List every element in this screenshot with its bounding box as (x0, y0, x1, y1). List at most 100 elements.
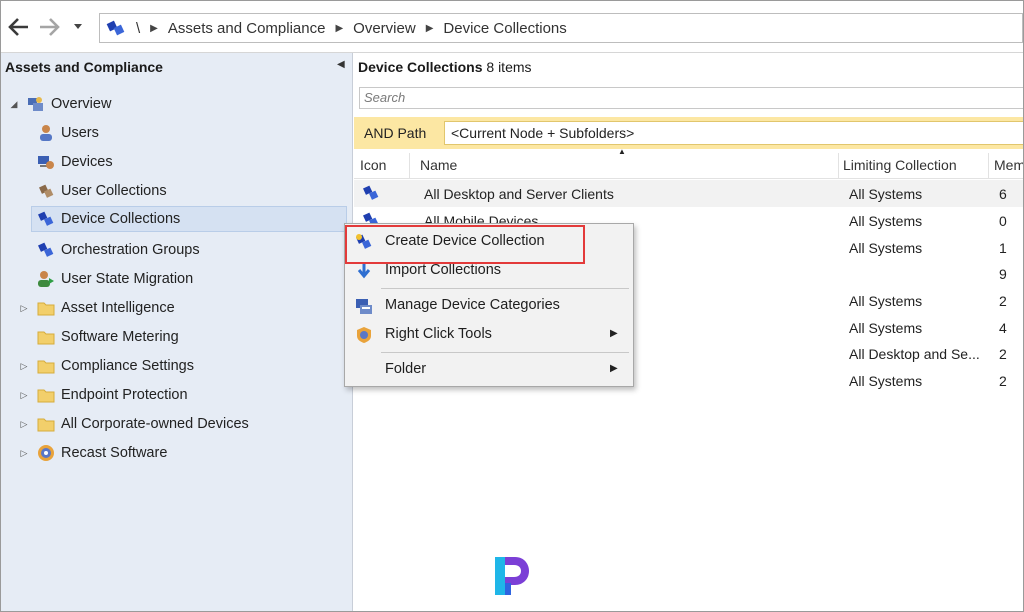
tree-item-endpoint-protection[interactable]: ▷ Endpoint Protection (17, 382, 188, 408)
navigation-pane-title: Assets and Compliance (5, 59, 163, 75)
folder-icon (37, 415, 55, 433)
row-members: 1 (999, 240, 1007, 256)
navigation-pane: Assets and Compliance ◀ ◢ Overview Users… (1, 53, 353, 611)
menu-item-label: Folder (385, 361, 427, 377)
row-limiting-collection: All Systems (849, 293, 923, 309)
tree-item-orchestration-groups[interactable]: Orchestration Groups (37, 237, 200, 263)
app-window: \ ▶ Assets and Compliance ▶ Overview ▶ D… (0, 0, 1024, 612)
menu-item-label: Right Click Tools (385, 326, 492, 342)
tree-item-label: Devices (61, 154, 113, 170)
column-header-name[interactable]: Name (420, 157, 457, 173)
column-header-members[interactable]: Mem (994, 157, 1023, 173)
filter-label: AND Path (364, 125, 427, 141)
row-limiting-collection: All Systems (849, 240, 923, 256)
column-header-icon[interactable]: Icon (360, 157, 386, 173)
tree-item-compliance-settings[interactable]: ▷ Compliance Settings (17, 353, 194, 379)
collapsed-triangle-icon[interactable]: ▷ (17, 419, 31, 430)
orchestration-groups-icon (37, 241, 55, 259)
column-divider[interactable] (838, 153, 839, 179)
breadcrumb-device-collections[interactable]: Device Collections (439, 20, 570, 37)
tree-item-label: Compliance Settings (61, 358, 194, 374)
tree-item-label: Endpoint Protection (61, 387, 188, 403)
tree-item-software-metering[interactable]: Software Metering (37, 324, 179, 350)
collapsed-triangle-icon[interactable]: ▷ (17, 390, 31, 401)
breadcrumb-assets[interactable]: Assets and Compliance (164, 20, 330, 37)
device-collections-icon (37, 210, 55, 228)
tree-item-label: All Corporate-owned Devices (61, 416, 249, 432)
row-members: 0 (999, 213, 1007, 229)
console-root-icon (106, 19, 126, 37)
devices-icon (37, 153, 55, 171)
column-header-row: Icon Name Limiting Collection Mem (354, 153, 1023, 179)
breadcrumb-overview[interactable]: Overview (349, 20, 420, 37)
collapse-pane-icon[interactable]: ◀ (337, 59, 345, 70)
back-arrow-icon (8, 18, 28, 36)
tree-item-user-collections[interactable]: User Collections (37, 178, 167, 204)
folder-icon (37, 299, 55, 317)
forward-button[interactable] (37, 15, 61, 39)
tree-item-label: Software Metering (61, 329, 179, 345)
column-divider[interactable] (988, 153, 989, 179)
table-row[interactable]: All Desktop and Server Clients All Syste… (354, 180, 1023, 207)
dropdown-arrow-icon (74, 24, 82, 29)
row-members: 2 (999, 373, 1007, 389)
tree-item-device-collections[interactable]: Device Collections (31, 206, 347, 232)
expanded-triangle-icon[interactable]: ◢ (7, 99, 21, 110)
row-limiting-collection: All Systems (849, 213, 923, 229)
collapsed-triangle-icon[interactable]: ▷ (17, 448, 31, 459)
row-members: 2 (999, 346, 1007, 362)
collapsed-triangle-icon[interactable]: ▷ (17, 303, 31, 314)
breadcrumb-root[interactable]: \ (132, 20, 144, 37)
tree-item-label: Device Collections (61, 211, 181, 227)
user-state-migration-icon (37, 270, 55, 288)
row-limiting-collection: All Systems (849, 320, 923, 336)
row-name: All Desktop and Server Clients (424, 186, 614, 202)
folder-icon (37, 357, 55, 375)
tree-item-asset-intelligence[interactable]: ▷ Asset Intelligence (17, 295, 175, 321)
folder-icon (37, 386, 55, 404)
column-header-limiting-collection[interactable]: Limiting Collection (843, 157, 957, 173)
tree-item-label: User State Migration (61, 271, 194, 287)
watermark-logo (491, 553, 533, 599)
tree-item-users[interactable]: Users (37, 120, 99, 146)
tree-item-user-state-migration[interactable]: User State Migration (37, 266, 193, 292)
tree-item-label: User Collections (61, 183, 167, 199)
row-limiting-collection: All Desktop and Se... (849, 346, 980, 362)
row-members: 6 (999, 186, 1007, 202)
import-arrow-icon (355, 262, 373, 280)
highlight-box (345, 225, 585, 264)
history-dropdown[interactable] (71, 15, 85, 39)
tree-item-devices[interactable]: Devices (37, 149, 113, 175)
recast-icon (37, 444, 55, 462)
row-limiting-collection: All Systems (849, 373, 923, 389)
row-members: 9 (999, 266, 1007, 282)
menu-item-right-click-tools[interactable]: Right Click Tools ▶ (345, 321, 633, 349)
categories-icon (355, 297, 373, 315)
tree-item-recast-software[interactable]: ▷ Recast Software (17, 440, 167, 466)
breadcrumb-separator-icon[interactable]: ▶ (329, 23, 349, 34)
back-button[interactable] (7, 15, 31, 39)
filter-bar: AND Path <Current Node + Subfolders> (354, 117, 1023, 149)
collection-title: Device Collections (358, 59, 483, 75)
row-members: 2 (999, 293, 1007, 309)
column-divider[interactable] (409, 153, 410, 179)
search-input[interactable]: Search (359, 87, 1023, 109)
menu-item-manage-device-categories[interactable]: Manage Device Categories (345, 292, 633, 320)
forward-arrow-icon (40, 18, 60, 36)
item-count: 8 items (486, 59, 532, 75)
collapsed-triangle-icon[interactable]: ▷ (17, 361, 31, 372)
menu-item-label: Manage Device Categories (385, 297, 560, 313)
breadcrumb-separator-icon[interactable]: ▶ (144, 23, 164, 34)
right-click-tools-icon (355, 326, 373, 344)
address-bar: \ ▶ Assets and Compliance ▶ Overview ▶ D… (1, 1, 1023, 53)
tree-item-corporate-owned-devices[interactable]: ▷ All Corporate-owned Devices (17, 411, 249, 437)
submenu-arrow-icon: ▶ (610, 363, 618, 374)
breadcrumb[interactable]: \ ▶ Assets and Compliance ▶ Overview ▶ D… (99, 13, 1023, 43)
menu-item-folder[interactable]: Folder ▶ (345, 356, 633, 384)
device-collection-icon (362, 184, 380, 202)
tree-item-label: Orchestration Groups (61, 242, 200, 258)
folder-icon (37, 328, 55, 346)
filter-value-field[interactable]: <Current Node + Subfolders> (444, 121, 1023, 145)
breadcrumb-separator-icon[interactable]: ▶ (420, 23, 440, 34)
tree-item-overview[interactable]: ◢ Overview (7, 91, 112, 117)
